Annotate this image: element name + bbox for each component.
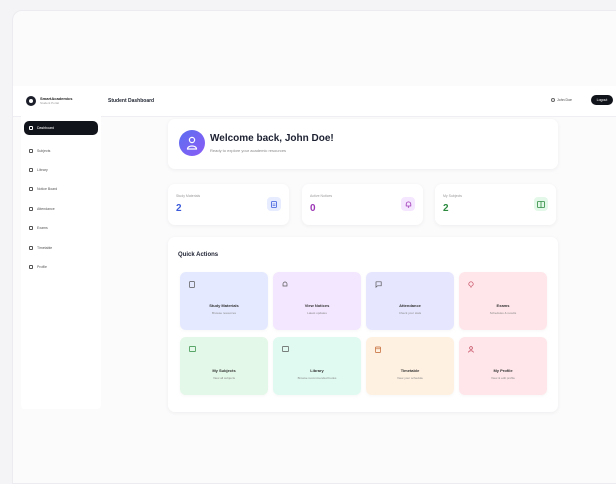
- sidebar-item-label: Profile: [37, 264, 47, 269]
- top-bar: SmartAcademics Student Portal Student Da…: [13, 86, 616, 117]
- sidebar-item-dashboard[interactable]: Dashboard: [24, 121, 98, 135]
- quick-actions-title: Quick Actions: [178, 252, 219, 258]
- tile-title: View Notices: [304, 303, 330, 308]
- tile-title: Timetable: [400, 368, 420, 373]
- pin-icon: [467, 280, 475, 288]
- quick-actions-panel: Quick Actions Study Materials Browse res…: [168, 237, 558, 412]
- bell-icon: [281, 280, 289, 288]
- tile-my-subjects[interactable]: My Subjects View all subjects: [180, 337, 268, 395]
- book-icon: [29, 148, 33, 153]
- tile-title: Attendance: [399, 303, 421, 308]
- logout-button[interactable]: Logout: [591, 95, 613, 105]
- stat-label: Active Notices: [310, 194, 333, 198]
- chat-icon: [374, 280, 382, 288]
- tile-timetable[interactable]: Timetable View your schedule: [366, 337, 454, 395]
- sidebar-item-subjects[interactable]: Subjects: [24, 145, 98, 156]
- stat-value: 2: [443, 203, 449, 214]
- stat-card-study-materials[interactable]: Study Materials 2: [168, 184, 289, 225]
- sidebar: Dashboard Subjects Library Notice Board …: [21, 109, 101, 409]
- sidebar-item-label: Dashboard: [37, 126, 55, 130]
- grid-icon: [29, 126, 33, 130]
- tile-subtitle: Browse recommended books: [297, 376, 337, 380]
- sidebar-item-profile[interactable]: Profile: [24, 261, 98, 272]
- tile-study-materials[interactable]: Study Materials Browse resources: [180, 272, 268, 330]
- sidebar-item-label: Library: [37, 167, 48, 172]
- brand[interactable]: SmartAcademics Student Portal: [26, 96, 72, 106]
- sidebar-item-exams[interactable]: Exams: [24, 222, 98, 233]
- tile-subtitle: Latest updates: [307, 311, 327, 315]
- tile-subtitle: View all subjects: [212, 376, 236, 380]
- tile-title: My Profile: [493, 368, 513, 373]
- stat-card-active-notices[interactable]: Active Notices 0: [302, 184, 423, 225]
- calendar-icon: [374, 345, 382, 353]
- sidebar-item-notice-board[interactable]: Notice Board: [24, 183, 98, 194]
- sidebar-item-timetable[interactable]: Timetable: [24, 242, 98, 253]
- tile-title: Library: [310, 368, 324, 373]
- tile-subtitle: View your schedule: [397, 376, 423, 380]
- user-icon: [467, 345, 475, 353]
- stat-label: Study Materials: [176, 194, 201, 198]
- brand-logo-icon: [26, 96, 36, 106]
- book-icon: [188, 345, 196, 353]
- tile-my-profile[interactable]: My Profile View & edit profile: [459, 337, 547, 395]
- sidebar-item-label: Exams: [37, 225, 48, 230]
- clock-icon: [29, 245, 33, 250]
- tile-title: Exams: [496, 303, 510, 308]
- tile-title: My Subjects: [212, 368, 236, 373]
- tile-library[interactable]: Library Browse recommended books: [273, 337, 361, 395]
- user-icon: [29, 264, 33, 269]
- app-window: SmartAcademics Student Portal Student Da…: [12, 10, 616, 484]
- avatar: [179, 130, 205, 156]
- user-icon: [551, 98, 555, 102]
- stat-value: 0: [310, 203, 316, 214]
- tile-subtitle: Browse resources: [211, 311, 236, 315]
- welcome-card: Welcome back, John Doe! Ready to explore…: [168, 119, 558, 169]
- calendar-icon: [29, 206, 33, 211]
- sidebar-item-attendance[interactable]: Attendance: [24, 203, 98, 214]
- user-chip[interactable]: John Doe: [551, 98, 572, 102]
- tile-title: Study Materials: [209, 303, 239, 308]
- sidebar-item-label: Attendance: [37, 206, 55, 211]
- library-icon: [29, 167, 33, 172]
- document-icon: [267, 197, 281, 211]
- stat-card-my-subjects[interactable]: My Subjects 2: [435, 184, 556, 225]
- tile-view-notices[interactable]: View Notices Latest updates: [273, 272, 361, 330]
- stat-value: 2: [176, 203, 182, 214]
- sidebar-item-label: Timetable: [37, 245, 53, 250]
- tile-subtitle: Schedules & results: [489, 311, 517, 315]
- library-icon: [281, 345, 289, 353]
- brand-text: SmartAcademics Student Portal: [40, 97, 72, 105]
- welcome-subtitle: Ready to explore your academic resources: [210, 148, 287, 153]
- user-icon: [186, 136, 198, 150]
- sidebar-item-label: Subjects: [37, 148, 51, 153]
- sidebar-item-library[interactable]: Library: [24, 164, 98, 175]
- brand-subtitle: Student Portal: [40, 101, 60, 105]
- document-icon: [188, 280, 196, 288]
- user-name: John Doe: [557, 98, 572, 102]
- bell-icon: [401, 197, 415, 211]
- stat-label: My Subjects: [443, 194, 463, 198]
- sidebar-item-label: Notice Board: [37, 186, 58, 191]
- tile-attendance[interactable]: Attendance Check your stats: [366, 272, 454, 330]
- book-icon: [534, 197, 548, 211]
- tile-subtitle: Check your stats: [398, 311, 422, 315]
- tile-subtitle: View & edit profile: [491, 376, 515, 380]
- tile-exams[interactable]: Exams Schedules & results: [459, 272, 547, 330]
- bell-icon: [29, 186, 33, 191]
- welcome-title: Welcome back, John Doe!: [210, 133, 334, 144]
- clipboard-icon: [29, 225, 33, 230]
- page-title: Student Dashboard: [108, 98, 155, 104]
